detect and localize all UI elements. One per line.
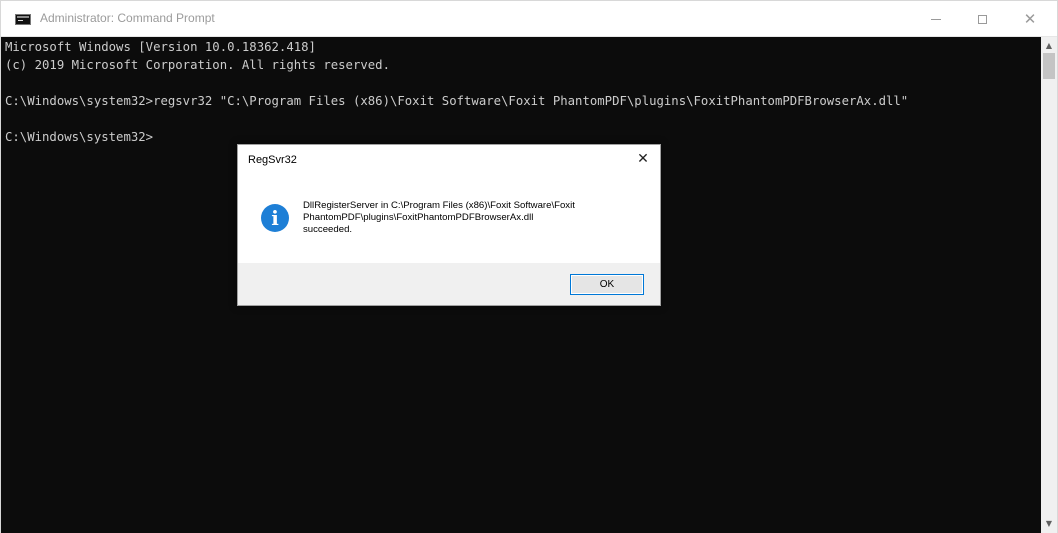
- dialog-message: DllRegisterServer in C:\Program Files (x…: [303, 200, 648, 236]
- dialog-message-line: succeeded.: [303, 224, 353, 235]
- ok-button[interactable]: OK: [570, 274, 644, 295]
- dialog-button-bar: OK: [238, 263, 660, 305]
- scroll-up-icon[interactable]: ▲: [1041, 39, 1057, 53]
- minimize-icon: [931, 18, 941, 20]
- title-bar[interactable]: Administrator: Command Prompt ✕: [1, 1, 1057, 37]
- maximize-icon: [977, 14, 987, 24]
- window-title: Administrator: Command Prompt: [40, 11, 215, 25]
- dialog-message-line: DllRegisterServer in C:\Program Files (x…: [303, 200, 575, 211]
- regsvr32-dialog: RegSvr32 ✕ i DllRegisterServer in C:\Pro…: [237, 144, 661, 306]
- vertical-scrollbar[interactable]: ▲ ▼: [1041, 37, 1057, 533]
- cmd-icon: [15, 14, 31, 25]
- close-button[interactable]: ✕: [1007, 1, 1053, 37]
- close-icon: ✕: [1023, 9, 1037, 28]
- scroll-down-icon[interactable]: ▼: [1041, 517, 1057, 531]
- scrollbar-thumb[interactable]: [1043, 53, 1055, 79]
- command-prompt-window: Administrator: Command Prompt ✕ Microsof…: [0, 0, 1058, 533]
- dialog-message-line: PhantomPDF\plugins\FoxitPhantomPDFBrowse…: [303, 212, 534, 223]
- maximize-button[interactable]: [959, 1, 1005, 37]
- console-text: Microsoft Windows [Version 10.0.18362.41…: [5, 40, 909, 144]
- info-icon: i: [261, 204, 289, 232]
- dialog-title: RegSvr32: [248, 154, 297, 166]
- dialog-close-icon[interactable]: ✕: [634, 150, 652, 168]
- minimize-button[interactable]: [913, 1, 959, 37]
